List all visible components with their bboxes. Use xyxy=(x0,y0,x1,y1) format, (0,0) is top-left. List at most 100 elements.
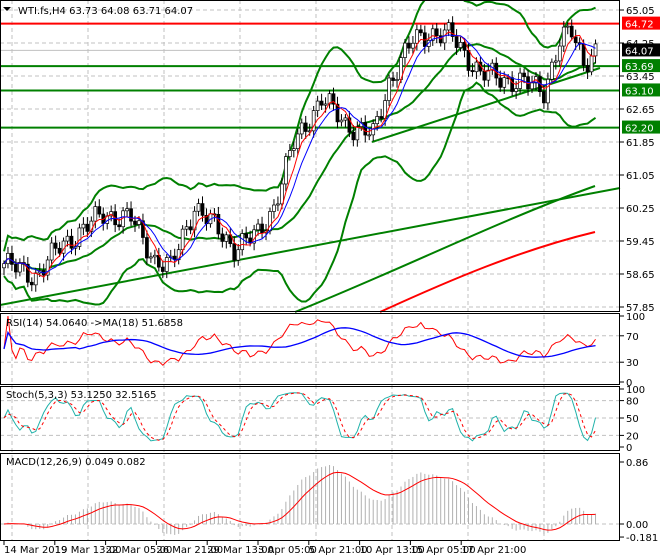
candle-body xyxy=(553,60,558,63)
rsi-axis-label: 100 xyxy=(626,312,645,323)
candle-body xyxy=(153,254,157,258)
candle-body xyxy=(224,234,229,242)
ma-fast-line xyxy=(3,31,596,278)
candle-body xyxy=(573,36,578,43)
candle-body xyxy=(291,148,296,151)
candle-body xyxy=(81,223,86,229)
price-axis-label: 63.45 xyxy=(626,72,655,83)
candle-body xyxy=(69,235,74,249)
candle-body xyxy=(145,237,149,259)
candle-body xyxy=(343,117,348,121)
candle-body xyxy=(502,77,507,88)
macd-axis-label: 0.86 xyxy=(626,458,648,469)
candle-body xyxy=(85,223,90,232)
time-axis-label: 17 Apr 21:00 xyxy=(461,545,526,556)
candle-body xyxy=(97,206,102,215)
candle-body xyxy=(133,220,137,225)
candle-body xyxy=(18,262,22,273)
candle-body xyxy=(363,122,368,136)
candle-body xyxy=(180,228,185,251)
candle-body xyxy=(137,220,141,225)
candle-body xyxy=(256,223,260,231)
candle-body xyxy=(164,257,169,272)
candle-body xyxy=(403,42,407,58)
bollinger-upper xyxy=(3,0,596,252)
level-tag-label: 63.69 xyxy=(625,62,654,73)
candle-body xyxy=(557,45,562,62)
candle-body xyxy=(295,133,300,150)
candle-body xyxy=(379,116,383,119)
indicator-panels xyxy=(3,315,597,535)
candle-body xyxy=(216,213,221,235)
level-tag-label: 62.20 xyxy=(625,124,654,135)
candle-body xyxy=(581,43,586,66)
price-axis-label: 61.85 xyxy=(626,138,655,149)
chart-window[interactable]: 65.0564.2563.4562.6561.8561.0560.2559.45… xyxy=(0,0,660,560)
candle-body xyxy=(244,233,249,239)
candle-body xyxy=(415,29,419,44)
stoch-axis-label: 50 xyxy=(626,414,639,425)
rsi-axis-label: 30 xyxy=(626,358,639,369)
candle-body xyxy=(33,272,38,286)
ma-100-line xyxy=(294,185,596,313)
price-axis-label: 62.65 xyxy=(626,105,655,116)
candle-body xyxy=(184,226,189,230)
axes: 65.0564.2563.4562.6561.8561.0560.2559.45… xyxy=(0,0,660,556)
candle-body xyxy=(367,134,372,137)
candle-body xyxy=(375,116,380,125)
candle-body xyxy=(299,122,304,135)
candle-body xyxy=(319,100,324,106)
candle-body xyxy=(387,77,391,101)
level-tag-label: 64.72 xyxy=(625,20,654,31)
candle-body xyxy=(530,82,534,90)
candle-body xyxy=(303,122,308,132)
candle-body xyxy=(474,61,479,73)
candle-body xyxy=(260,223,264,234)
candle-body xyxy=(518,72,522,89)
trend-line-long xyxy=(0,187,621,306)
candle-body xyxy=(355,126,360,141)
candle-body xyxy=(542,91,546,104)
candle-body xyxy=(391,77,395,81)
price-axis-label: 59.45 xyxy=(626,237,655,248)
candle-body xyxy=(125,208,129,212)
ma-slow-line xyxy=(3,34,596,274)
candle-body xyxy=(272,204,276,212)
candle-body xyxy=(550,61,554,80)
stoch-axis-label: 100 xyxy=(626,385,645,396)
candle-body xyxy=(498,77,503,88)
candle-body xyxy=(160,266,165,272)
candle-body xyxy=(287,150,292,158)
macd-axis-label: -0.181 xyxy=(626,533,658,544)
candle-body xyxy=(589,55,594,73)
candle-body xyxy=(434,28,439,37)
candle-body xyxy=(395,79,399,81)
chart-canvas[interactable]: 65.0564.2563.4562.6561.8561.0560.2559.45… xyxy=(0,0,660,560)
candle-body xyxy=(593,43,598,57)
candle-body xyxy=(561,26,566,47)
candle-body xyxy=(514,88,518,92)
candle-body xyxy=(232,243,237,261)
candle-body xyxy=(200,203,205,216)
stoch-axis-label: 80 xyxy=(626,397,639,408)
price-axis-label: 65.05 xyxy=(626,6,655,17)
candle-body xyxy=(454,36,459,48)
candle-body xyxy=(65,235,70,242)
candle-body xyxy=(149,256,153,259)
macd-label: MACD(12,26,9) 0.049 0.082 xyxy=(6,457,146,468)
candle-body xyxy=(280,183,284,205)
candle-body xyxy=(323,103,328,106)
panel-frame-0 xyxy=(0,0,620,312)
candle-body xyxy=(284,156,288,185)
candle-body xyxy=(236,249,241,261)
candle-body xyxy=(486,69,491,81)
rsi-axis-label: 70 xyxy=(626,332,639,343)
macd-axis-label: 0.00 xyxy=(626,520,648,531)
symbol-header: WTI.fs,H4 63.73 64.08 63.71 64.07 xyxy=(18,6,193,17)
candle-body xyxy=(29,281,34,286)
candle-body xyxy=(188,226,193,231)
candle-body xyxy=(117,224,121,228)
candle-body xyxy=(351,131,356,141)
candle-body xyxy=(10,252,14,265)
candle-body xyxy=(129,208,133,222)
